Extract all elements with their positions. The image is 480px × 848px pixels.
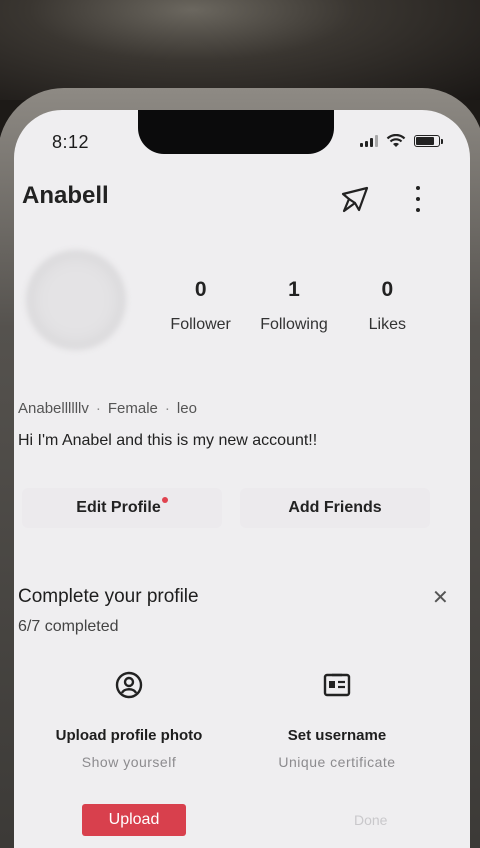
completion-title: Complete your profile — [18, 586, 199, 607]
username-text: Anabellllllv — [18, 400, 89, 417]
background-blur — [0, 0, 480, 100]
profile-stats: 0 Follower 1 Following 0 Likes — [154, 278, 434, 334]
stat-follower[interactable]: 0 Follower — [154, 278, 247, 334]
battery-icon — [414, 135, 443, 147]
add-friends-button[interactable]: Add Friends — [240, 488, 430, 528]
edit-profile-label: Edit Profile — [76, 499, 161, 516]
notch — [138, 110, 334, 154]
stat-value: 1 — [288, 278, 300, 301]
bio-text: Hi I'm Anabel and this is my new account… — [18, 432, 318, 449]
stat-value: 0 — [381, 278, 394, 301]
stat-likes[interactable]: 0 Likes — [341, 278, 434, 334]
set-username-card: Set username Unique certificate — [242, 658, 432, 798]
profile-meta: Anabellllllv · Female · leo — [18, 400, 197, 417]
id-card-icon — [323, 673, 351, 697]
wifi-icon — [386, 134, 406, 147]
avatar[interactable] — [26, 250, 126, 350]
zodiac-text: leo — [176, 400, 197, 417]
profile-title: Anabell — [22, 182, 109, 209]
stat-value: 0 — [194, 278, 207, 301]
stat-label: Follower — [170, 316, 231, 333]
more-icon[interactable] — [408, 184, 428, 214]
stat-label: Following — [260, 316, 328, 333]
notification-dot — [161, 497, 168, 503]
phone-frame: 8:12 Anabell 0 Follower 1 Following 0 Li… — [0, 88, 480, 848]
status-time: 8:12 — [52, 132, 90, 152]
status-icons — [360, 134, 443, 148]
add-friends-label: Add Friends — [288, 499, 382, 516]
signal-icon — [360, 135, 378, 147]
close-icon[interactable]: ✕ — [432, 588, 449, 608]
edit-profile-button[interactable]: Edit Profile — [22, 488, 222, 528]
stat-following[interactable]: 1 Following — [247, 278, 340, 334]
app-screen: 8:12 Anabell 0 Follower 1 Following 0 Li… — [14, 110, 470, 848]
stat-label: Likes — [368, 316, 406, 333]
gender-text: Female — [107, 400, 158, 417]
upload-button[interactable]: Upload — [82, 804, 186, 836]
share-icon[interactable] — [339, 182, 373, 216]
done-button[interactable]: Done — [354, 812, 387, 828]
upload-photo-card: Upload profile photo Show yourself — [34, 658, 224, 798]
card-subtitle: Unique certificate — [278, 754, 396, 770]
completion-progress: 6/7 completed — [18, 618, 119, 635]
card-title: Upload profile photo — [55, 727, 203, 744]
user-circle-icon — [115, 671, 143, 699]
card-title: Set username — [287, 727, 387, 744]
card-subtitle: Show yourself — [81, 754, 177, 770]
